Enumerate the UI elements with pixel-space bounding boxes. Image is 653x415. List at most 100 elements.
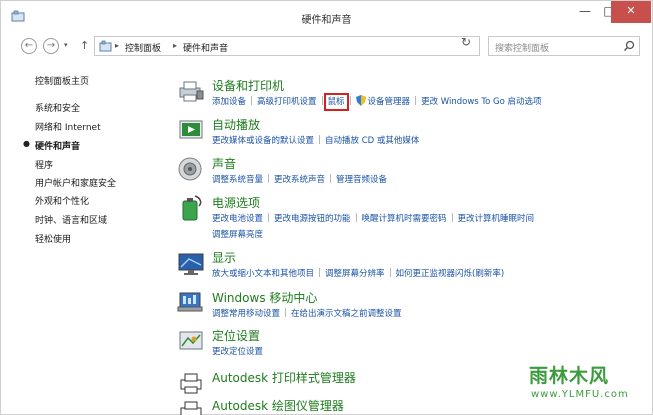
breadcrumb-separator[interactable]: ▸ (173, 41, 177, 50)
window-title: 硬件和声音 (301, 15, 352, 26)
link-separator (319, 268, 321, 277)
category-links: 调整系统音量 更改系统声音 管理音频设备 (212, 173, 387, 185)
link-screen-resolution[interactable]: 调整屏幕分辨率 (325, 269, 385, 279)
link-add-device[interactable]: 添加设备 (212, 97, 246, 107)
title-bar: 硬件和声音 — □ ✕ (1, 1, 652, 31)
control-panel-window: 硬件和声音 — □ ✕ ← → ▾ ↑ ▸ 控制面板 ▸ 硬件和声音 ▾ ↻ 搜… (0, 0, 653, 415)
mobility-center-icon[interactable] (177, 289, 205, 317)
category-title[interactable]: Windows 移动中心 (212, 289, 317, 306)
link-presentation-settings[interactable]: 在给出演示文稿之前调整设置 (291, 309, 402, 319)
close-button[interactable]: ✕ (611, 1, 651, 23)
category-title[interactable]: 显示 (212, 249, 236, 266)
navigation-bar: ← → ▾ ↑ ▸ 控制面板 ▸ 硬件和声音 ▾ ↻ 搜索控制面板 (1, 33, 652, 59)
link-change-location-settings[interactable]: 更改定位设置 (212, 347, 263, 357)
autoplay-icon[interactable] (177, 116, 205, 144)
sidebar-item-system-security[interactable]: 系统和安全 (35, 101, 80, 114)
sidebar-item-home[interactable]: 控制面板主页 (35, 74, 89, 87)
link-autoplay-cd[interactable]: 自动播放 CD 或其他媒体 (325, 136, 419, 146)
link-advanced-printer-setup[interactable]: 高级打印机设置 (257, 97, 317, 107)
link-mobility-settings[interactable]: 调整常用移动设置 (212, 309, 280, 319)
search-icon[interactable] (623, 40, 635, 52)
search-placeholder: 搜索控制面板 (495, 44, 550, 54)
sidebar-item-appearance[interactable]: 外观和个性化 (35, 194, 89, 207)
category-autoplay: 自动播放 更改媒体或设备的默认设置 自动播放 CD 或其他媒体 (177, 116, 647, 152)
search-input[interactable]: 搜索控制面板 (488, 36, 640, 56)
link-separator (330, 174, 332, 183)
link-mouse[interactable]: 鼠标 (323, 93, 349, 111)
link-separator (268, 174, 270, 183)
link-separator (321, 96, 323, 105)
link-require-password-wake[interactable]: 唤醒计算机时需要密码 (362, 214, 447, 224)
link-change-system-sounds[interactable]: 更改系统声音 (274, 175, 325, 185)
category-links: 添加设备 高级打印机设置 鼠标 设备管理器 更改 Windows To Go 启动选项 (212, 93, 542, 111)
link-adjust-brightness[interactable]: 调整屏幕亮度 (212, 230, 263, 240)
category-title[interactable]: 自动播放 (212, 116, 260, 133)
link-device-manager[interactable]: 设备管理器 (368, 97, 411, 107)
left-navigation-pane: 控制面板主页 系统和安全 网络和 Internet ● 硬件和声音 程序 用户帐… (1, 61, 171, 415)
category-title[interactable]: 定位设置 (212, 327, 260, 344)
link-power-button-function[interactable]: 更改电源按钮的功能 (274, 214, 351, 224)
category-devices-printers: 设备和打印机 添加设备 高级打印机设置 鼠标 设备管理器 更改 Windows To G… (177, 77, 647, 113)
address-bar[interactable]: ▸ 控制面板 ▸ 硬件和声音 ▾ (94, 36, 543, 56)
sidebar-item-programs[interactable]: 程序 (35, 158, 53, 171)
link-separator (415, 96, 417, 105)
sidebar-item-user-accounts[interactable]: 用户帐户和家庭安全 (35, 176, 116, 189)
up-button[interactable]: ↑ (80, 39, 89, 52)
category-title[interactable]: 声音 (212, 155, 236, 172)
link-text-size[interactable]: 放大或缩小文本和其他项目 (212, 269, 314, 279)
link-separator (251, 96, 253, 105)
breadcrumb-separator[interactable]: ▸ (115, 41, 119, 50)
refresh-button[interactable]: ↻ (461, 35, 471, 49)
control-panel-icon (99, 40, 112, 52)
link-adjust-volume[interactable]: 调整系统音量 (212, 175, 263, 185)
uac-shield-icon (355, 95, 366, 106)
category-title[interactable]: Autodesk 打印样式管理器 (212, 369, 356, 386)
forward-button[interactable]: → (43, 38, 59, 54)
sidebar-item-network-internet[interactable]: 网络和 Internet (35, 120, 101, 133)
autodesk-print-icon[interactable] (177, 369, 205, 397)
link-windows-to-go[interactable]: 更改 Windows To Go 启动选项 (421, 97, 542, 107)
printer-icon[interactable] (177, 77, 205, 105)
link-separator (389, 268, 391, 277)
category-links: 放大或缩小文本和其他项目 调整屏幕分辨率 如何更正监视器闪烁(刷新率) (212, 267, 504, 279)
speaker-icon[interactable] (177, 155, 205, 183)
link-separator (451, 213, 453, 222)
watermark-text: 雨林木风 (529, 365, 610, 387)
category-links: 更改媒体或设备的默认设置 自动播放 CD 或其他媒体 (212, 134, 419, 146)
back-button[interactable]: ← (21, 38, 37, 54)
link-change-sleep-time[interactable]: 更改计算机睡眠时间 (458, 214, 535, 224)
link-separator (285, 308, 287, 317)
category-links: 更改电池设置 更改电源按钮的功能 唤醒计算机时需要密码 更改计算机睡眠时间 (212, 212, 534, 224)
location-icon[interactable] (177, 327, 205, 355)
battery-icon[interactable] (177, 194, 205, 222)
category-title[interactable]: 设备和打印机 (212, 77, 284, 94)
category-links-row2: 调整屏幕亮度 (212, 228, 263, 240)
link-change-battery-settings[interactable]: 更改电池设置 (212, 214, 263, 224)
link-separator (268, 213, 270, 222)
breadcrumb-hardware-sound[interactable]: 硬件和声音 (183, 41, 228, 54)
sidebar-item-ease-of-access[interactable]: 轻松使用 (35, 232, 71, 245)
breadcrumb-control-panel[interactable]: 控制面板 (125, 41, 161, 54)
link-separator (319, 135, 321, 144)
category-title[interactable]: 电源选项 (212, 194, 260, 211)
link-change-media-defaults[interactable]: 更改媒体或设备的默认设置 (212, 136, 314, 146)
category-links: 更改定位设置 (212, 345, 263, 357)
autodesk-plotter-icon[interactable] (177, 397, 205, 415)
recent-locations-button[interactable]: ▾ (64, 41, 68, 49)
category-title[interactable]: Autodesk 绘图仪管理器 (212, 397, 344, 414)
active-item-bullet: ● (23, 139, 30, 148)
category-display: 显示 放大或缩小文本和其他项目 调整屏幕分辨率 如何更正监视器闪烁(刷新率) (177, 249, 647, 285)
link-manage-audio-devices[interactable]: 管理音频设备 (336, 175, 387, 185)
watermark: 雨林木风 www.YLMFU.com (515, 353, 651, 413)
link-separator (355, 213, 357, 222)
sidebar-item-hardware-sound[interactable]: 硬件和声音 (35, 139, 80, 152)
category-power-options: 电源选项 更改电池设置 更改电源按钮的功能 唤醒计算机时需要密码 更改计算机睡眠时间 … (177, 194, 647, 244)
category-sound: 声音 调整系统音量 更改系统声音 管理音频设备 (177, 155, 647, 191)
sidebar-item-clock-language[interactable]: 时钟、语言和区域 (35, 213, 107, 226)
category-links: 调整常用移动设置 在给出演示文稿之前调整设置 (212, 307, 402, 319)
category-mobility-center: Windows 移动中心 调整常用移动设置 在给出演示文稿之前调整设置 (177, 289, 647, 325)
link-refresh-rate[interactable]: 如何更正监视器闪烁(刷新率) (396, 269, 505, 279)
link-separator (349, 96, 351, 105)
display-icon[interactable] (177, 249, 205, 277)
watermark-subtext: www.YLMFU.com (531, 389, 629, 400)
